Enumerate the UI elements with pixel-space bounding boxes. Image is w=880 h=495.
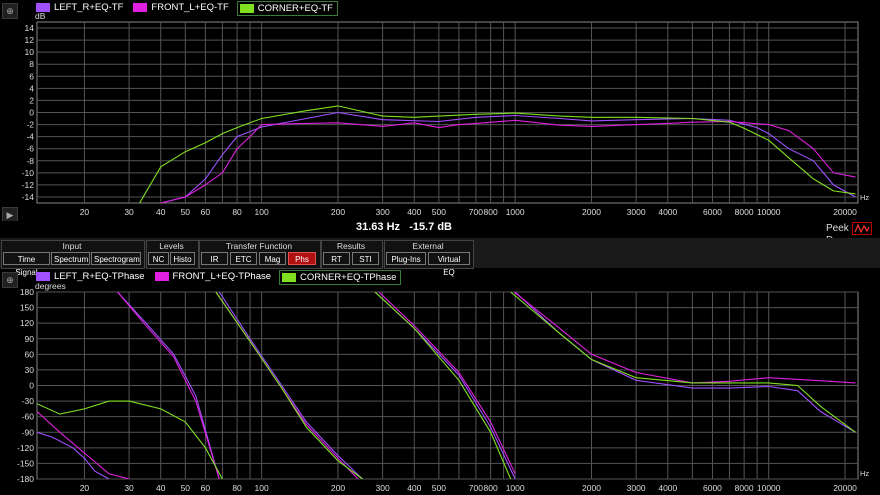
mag-y-tick-label: 4 xyxy=(29,83,34,93)
phase-x-tick-label: 300 xyxy=(376,483,390,493)
mag-button[interactable]: Mag xyxy=(259,252,286,265)
spectrogram-button[interactable]: Spectrogram xyxy=(91,252,141,265)
phase-y-tick-label: -30 xyxy=(22,396,35,406)
cursor-readout: 31.63 Hz -15.7 dB xyxy=(356,221,452,233)
phase-x-tick-label: 1000 xyxy=(506,483,525,493)
peek-icon[interactable] xyxy=(851,222,872,235)
phase-y-tick-label: 30 xyxy=(25,365,35,375)
phase-x-tick-label: 30 xyxy=(124,483,134,493)
mag-x-tick-label: 80 xyxy=(232,207,242,217)
phase-y-tick-label: -60 xyxy=(22,412,35,422)
nc-button[interactable]: NC xyxy=(148,252,169,265)
mag-y-tick-label: -14 xyxy=(22,192,35,202)
phase-y-tick-label: -180 xyxy=(17,474,34,484)
group-external-title: External xyxy=(412,241,444,251)
mag-y-tick-label: -4 xyxy=(26,132,34,142)
mag-x-tick-label: 60 xyxy=(201,207,211,217)
mag-y-tick-label: -12 xyxy=(22,180,35,190)
mag-x-tick-label: 20 xyxy=(80,207,90,217)
mag-x-tick-label: 300 xyxy=(376,207,390,217)
mag-x-tick-label: 800 xyxy=(484,207,498,217)
phase-y-tick-label: 120 xyxy=(20,318,34,328)
phase-y-tick-label: 90 xyxy=(25,334,35,344)
phase-x-tick-label: 800 xyxy=(484,483,498,493)
group-levels-title: Levels xyxy=(159,241,184,251)
etc-button[interactable]: ETC xyxy=(230,252,257,265)
phase-x-tick-label: 3000 xyxy=(627,483,646,493)
phase-x-tick-label: 700 xyxy=(469,483,483,493)
phase-y-tick-label: 180 xyxy=(20,287,34,297)
phase-x-tick-label: 8000 xyxy=(735,483,754,493)
mag-x-tick-label: 8000 xyxy=(735,207,754,217)
phase-x-tick-label: 60 xyxy=(201,483,211,493)
phase-x-tick-label: 200 xyxy=(331,483,345,493)
mag-x-tick-label: 200 xyxy=(331,207,345,217)
mag-x-tick-label: 50 xyxy=(181,207,191,217)
mag-x-tick-label: 2000 xyxy=(582,207,601,217)
mag-x-tick-label: 700 xyxy=(469,207,483,217)
phase-x-tick-label: 400 xyxy=(407,483,421,493)
group-results-title: Results xyxy=(336,241,366,251)
histo-button[interactable]: Histo xyxy=(170,252,195,265)
mag-x-tick-label: 400 xyxy=(407,207,421,217)
mag-x-tick-label: 40 xyxy=(156,207,166,217)
mag-x-tick-label: 30 xyxy=(124,207,134,217)
phase-x-tick-label: 100 xyxy=(255,483,269,493)
mag-y-tick-label: -2 xyxy=(26,120,34,130)
phase-x-tick-label: 500 xyxy=(432,483,446,493)
mag-y-tick-label: 8 xyxy=(29,59,34,69)
mag-x-tick-label: 4000 xyxy=(658,207,677,217)
mag-x-tick-label: 6000 xyxy=(703,207,722,217)
mag-y-tick-label: 0 xyxy=(29,108,34,118)
phase-x-tick-label: 80 xyxy=(232,483,242,493)
magnitude-chart[interactable]: 20 30 40 50 60 80 100 200 300 400 500 700 800 1000 200… xyxy=(0,0,880,222)
mag-y-tick-label: 2 xyxy=(29,95,34,105)
spectrum-button[interactable]: Spectrum xyxy=(51,252,90,265)
mag-y-tick-label: 6 xyxy=(29,71,34,81)
mag-x-tick-label: 1000 xyxy=(506,207,525,217)
phs-button[interactable]: Phs xyxy=(288,252,316,265)
mag-y-tick-label: 14 xyxy=(25,23,35,33)
mag-x-tick-label: 10000 xyxy=(757,207,781,217)
phase-chart[interactable]: 20 30 40 50 60 80 100 200 300 400 500 700 800 1000 200… xyxy=(0,270,880,495)
phase-y-tick-label: 150 xyxy=(20,303,34,313)
peek-label: Peek xyxy=(826,223,849,235)
phase-y-tick-label: 0 xyxy=(29,381,34,391)
phase-y-tick-label: -150 xyxy=(17,458,34,468)
mag-y-tick-label: 12 xyxy=(25,35,35,45)
mag-x-tick-label: 20000 xyxy=(833,207,857,217)
mag-x-tick-label: 3000 xyxy=(627,207,646,217)
time-signal-button[interactable]: Time Signal xyxy=(3,252,50,277)
phase-x-tick-label: 50 xyxy=(181,483,191,493)
mag-x-tick-label: 500 xyxy=(432,207,446,217)
phase-y-tick-label: -120 xyxy=(17,443,34,453)
ir-button[interactable]: IR xyxy=(201,252,228,265)
phase-y-tick-label: 60 xyxy=(25,349,35,359)
mag-y-axis-label: dB xyxy=(35,11,46,21)
phase-x-tick-label: 10000 xyxy=(757,483,781,493)
plug-ins-button[interactable]: Plug-Ins xyxy=(386,252,426,265)
phase-x-tick-label: 2000 xyxy=(582,483,601,493)
phase-x-tick-label: 20 xyxy=(80,483,90,493)
mag-y-tick-label: 10 xyxy=(25,47,35,57)
mag-y-tick-label: -10 xyxy=(22,168,35,178)
group-transfer-function-title: Transfer Function xyxy=(225,241,293,251)
phase-y-tick-label: -90 xyxy=(22,427,35,437)
mag-x-axis-label: Hz xyxy=(860,193,869,202)
mag-y-tick-label: -8 xyxy=(26,156,34,166)
virtual-eq-button[interactable]: Virtual EQ xyxy=(428,252,470,277)
mag-y-tick-label: -6 xyxy=(26,144,34,154)
phase-x-tick-label: 6000 xyxy=(703,483,722,493)
phase-y-axis-label: degrees xyxy=(35,281,66,291)
rt-button[interactable]: RT xyxy=(323,252,350,265)
phase-x-tick-label: 40 xyxy=(156,483,166,493)
phase-x-tick-label: 4000 xyxy=(658,483,677,493)
mag-x-tick-label: 100 xyxy=(255,207,269,217)
phase-x-axis-label: Hz xyxy=(860,469,869,478)
group-input-title: Input xyxy=(62,241,82,251)
sti-button[interactable]: STI xyxy=(352,252,379,265)
phase-x-tick-label: 20000 xyxy=(833,483,857,493)
